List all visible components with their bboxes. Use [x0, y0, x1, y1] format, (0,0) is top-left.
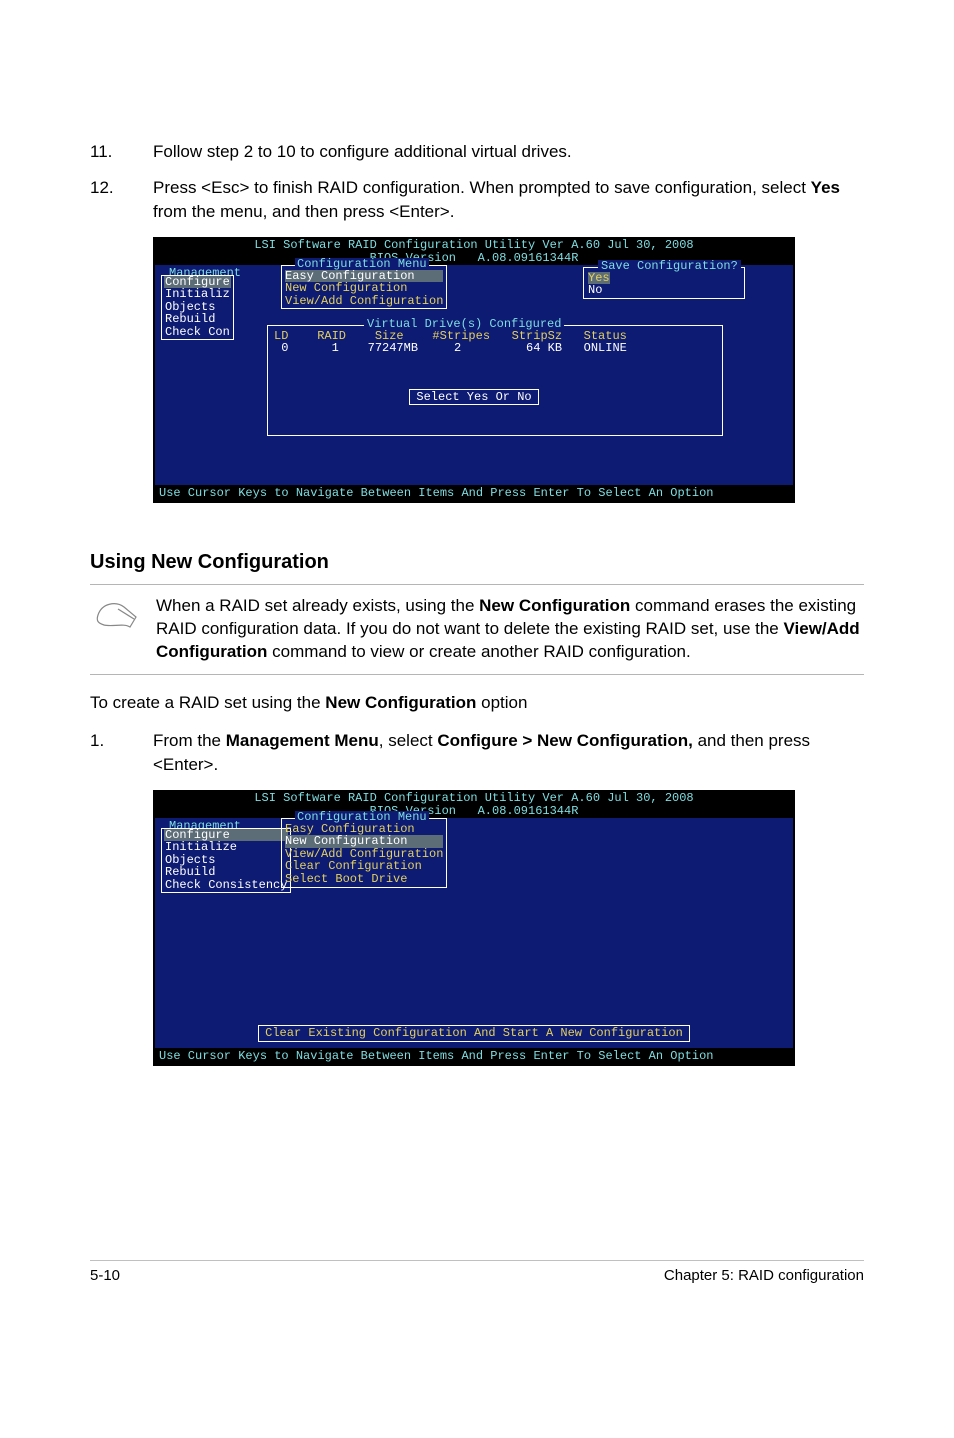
bios-title-line2: BIOS Version A.08.09161344R: [155, 805, 793, 818]
bios-screenshot-2: LSI Software RAID Configuration Utility …: [153, 790, 795, 1066]
step-text: From the Management Menu, select Configu…: [153, 729, 864, 777]
intro-line: To create a RAID set using the New Confi…: [90, 691, 864, 715]
note-text: When a RAID set already exists, using th…: [156, 595, 864, 664]
note-block: When a RAID set already exists, using th…: [90, 584, 864, 675]
step-11: 11. Follow step 2 to 10 to configure add…: [90, 140, 864, 164]
configuration-menu-title: Configuration Menu: [295, 258, 429, 271]
bios-footer: Use Cursor Keys to Navigate Between Item…: [155, 485, 793, 502]
section-heading: Using New Configuration: [90, 551, 864, 574]
configuration-menu: Configuration Menu Easy Configuration Ne…: [281, 265, 447, 310]
config-menu-item[interactable]: View/Add Configuration: [285, 295, 443, 308]
vd-title: Virtual Drive(s) Configured: [364, 318, 564, 331]
step-text: Follow step 2 to 10 to configure additio…: [153, 140, 864, 164]
config-menu-item[interactable]: New Configuration: [285, 282, 443, 295]
hint-box: Clear Existing Configuration And Start A…: [258, 1025, 690, 1042]
note-hand-icon: [90, 595, 156, 636]
menu-item[interactable]: Check Con: [164, 326, 231, 339]
menu-item[interactable]: Initializ: [164, 288, 231, 301]
page-number: 5-10: [90, 1267, 120, 1284]
save-configuration-dialog: Save Configuration? Yes No: [583, 267, 745, 299]
hint-row: Clear Existing Configuration And Start A…: [155, 1025, 793, 1042]
save-no-option[interactable]: No: [588, 283, 602, 297]
config-menu-item[interactable]: New Configuration: [285, 835, 443, 848]
bios-screenshot-1: LSI Software RAID Configuration Utility …: [153, 237, 795, 503]
configuration-menu-title: Configuration Menu: [295, 811, 429, 824]
step-number: 12.: [90, 176, 153, 224]
chapter-label: Chapter 5: RAID configuration: [664, 1267, 864, 1284]
step-text: Press <Esc> to finish RAID configuration…: [153, 176, 864, 224]
save-dialog-title: Save Configuration?: [598, 260, 741, 273]
step-number: 11.: [90, 140, 153, 164]
menu-item[interactable]: Check Consistency: [164, 879, 288, 892]
management-menu: Configure Initializ Objects Rebuild Chec…: [161, 275, 234, 340]
menu-item[interactable]: Initialize: [164, 841, 288, 854]
management-menu: Configure Initialize Objects Rebuild Che…: [161, 828, 291, 893]
configuration-menu: Configuration Menu Easy Configuration Ne…: [281, 818, 447, 888]
virtual-drives-panel: Virtual Drive(s) Configured LD RAID Size…: [267, 325, 723, 436]
vd-data-row: 0 1 77247MB 2 64 KB ONLINE: [274, 342, 716, 355]
step-number: 1.: [90, 729, 153, 777]
step-12: 12. Press <Esc> to finish RAID configura…: [90, 176, 864, 224]
page-footer: 5-10 Chapter 5: RAID configuration: [90, 1260, 864, 1284]
bios-footer: Use Cursor Keys to Navigate Between Item…: [155, 1048, 793, 1065]
config-menu-item[interactable]: Select Boot Drive: [285, 873, 443, 886]
step-1: 1. From the Management Menu, select Conf…: [90, 729, 864, 777]
